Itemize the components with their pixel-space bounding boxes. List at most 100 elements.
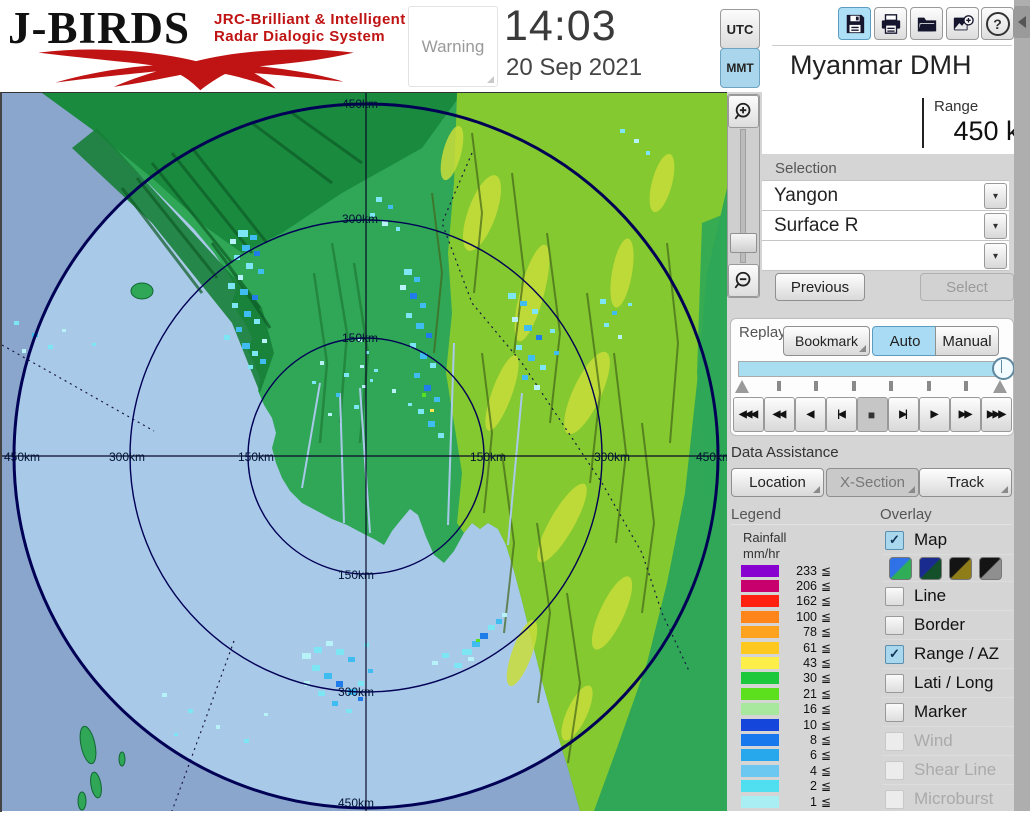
checkbox-border[interactable] [885,615,904,635]
checkbox-range-az[interactable]: ✓ [885,644,904,664]
legend-value: 162 [796,594,817,609]
clock-time: 14:03 [504,2,617,50]
legend-entry: 4 ≦ [739,763,874,778]
open-folder-button[interactable] [910,7,943,40]
replay-slider-track[interactable] [738,361,1006,377]
svg-text:450km: 450km [4,450,40,464]
location-button[interactable]: Location [731,468,824,497]
legend-color-swatch [741,657,779,670]
legend-subtitle-unit: mm/hr [743,546,780,561]
legend-value: 6 [810,748,817,763]
map-style-swatch-3[interactable] [949,556,972,580]
previous-button[interactable]: Previous [775,273,865,301]
chevron-down-icon[interactable]: ▾ [984,183,1007,209]
legend-entry: 1 ≦ [739,794,874,809]
auto-label: Auto [889,332,921,350]
replay-slider-handle[interactable] [992,357,1014,380]
station-title: Myanmar DMH [790,50,972,80]
legend-value: 100 [796,609,817,624]
chevron-down-icon[interactable]: ▾ [984,213,1007,239]
collapse-panel-button[interactable] [1014,6,1030,38]
select-label: Select [946,278,988,296]
overlay-label: Wind [914,731,953,750]
legend-value: 43 [803,656,817,671]
legend-color-swatch [741,749,779,762]
stop-button[interactable]: ■ [857,397,888,432]
zoom-slider-thumb[interactable] [730,233,757,253]
clock-date: 20 Sep 2021 [506,54,643,81]
svg-text:300km: 300km [342,212,378,226]
zoom-out-button[interactable] [728,264,759,297]
legend-value: 16 [803,702,817,717]
map-style-swatch-1[interactable] [889,556,912,580]
map-style-swatch-2[interactable] [919,556,942,580]
forward-fast-button[interactable]: ▶▶ [950,397,981,432]
save-icon [846,14,864,33]
rewind-full-button[interactable]: ◀◀◀ [733,397,764,432]
sidebar: Range 450 km Selection Yangon ▾ Surface R ▾… [727,92,1014,811]
legend-color-swatch [741,672,779,685]
replay-label: Replay [739,324,786,341]
bookmark-label: Bookmark [794,333,859,349]
checkbox-marker[interactable] [885,702,904,722]
resize-corner-icon [487,76,494,83]
legend-value: 206 [796,579,817,594]
auto-button[interactable]: Auto [872,326,938,356]
svg-text:300km: 300km [594,450,630,464]
help-button[interactable]: ? [981,7,1014,40]
step-forward-button[interactable]: ▶| [888,397,919,432]
radar-map[interactable]: 450km 300km 150km 150km 300km 450km 450km 300km… [0,92,732,812]
less-equal-icon: ≦ [821,625,832,640]
checkbox-lati-long[interactable] [885,673,904,693]
logo-subtitle-2: Radar Dialogic System [214,28,385,45]
forward-full-button[interactable]: ▶▶▶ [981,397,1012,432]
bookmark-button[interactable]: Bookmark [783,326,870,356]
slider-end-marker[interactable] [993,380,1007,393]
playback-controls: ◀◀◀ ◀◀ ◀ |◀ ■ ▶| ▶ ▶▶ ▶▶▶ [733,397,1012,432]
legend-color-swatch [741,626,779,639]
overlay-row-map: ✓ Map [882,526,1014,555]
overlay-list: ✓ Map Line Border ✓ Range / AZ Lati / Long Mark… [882,526,1014,811]
slider-start-marker[interactable] [735,380,749,393]
less-equal-icon: ≦ [821,732,832,747]
header: J-BIRDS JRC-Brilliant & Intelligent Rada… [0,0,1014,92]
save-button[interactable] [838,7,871,40]
overlay-row-lati-long: Lati / Long [882,669,1014,698]
overlay-row-marker: Marker [882,698,1014,727]
panel-gutter [1014,0,1030,811]
select-button[interactable]: Select [920,273,1014,301]
svg-text:150km: 150km [238,450,274,464]
less-equal-icon: ≦ [821,763,832,778]
legend-entry: 233 ≦ [739,563,874,578]
overlay-row-range-az: ✓ Range / AZ [882,640,1014,669]
legend-color-swatch [741,580,779,593]
chevron-down-icon[interactable]: ▾ [984,243,1007,269]
legend-value: 30 [803,671,817,686]
manual-button[interactable]: Manual [935,326,999,356]
add-image-button[interactable] [946,7,979,40]
map-style-swatch-4[interactable] [979,556,1002,580]
previous-label: Previous [790,278,850,296]
less-equal-icon: ≦ [821,779,832,794]
overlay-label: Border [914,615,966,634]
x-section-button[interactable]: X-Section [826,468,919,497]
print-button[interactable] [874,7,907,40]
selection-dropdown-2[interactable]: Surface R ▾ [762,211,1009,241]
play-button[interactable]: ▶ [919,397,950,432]
zoom-in-button[interactable] [728,95,759,128]
less-equal-icon: ≦ [821,563,832,578]
checkbox-line[interactable] [885,586,904,606]
image-plus-icon [953,14,974,30]
selection-dropdown-1[interactable]: Yangon ▾ [762,181,1009,211]
utc-button[interactable]: UTC [720,9,760,49]
checkbox-map[interactable]: ✓ [885,530,904,550]
track-button[interactable]: Track [919,468,1012,497]
step-back-button[interactable]: |◀ [826,397,857,432]
rewind-fast-button[interactable]: ◀◀ [764,397,795,432]
warning-button[interactable]: Warning [408,6,498,87]
play-reverse-button[interactable]: ◀ [795,397,826,432]
legend-value: 233 [796,563,817,578]
mmt-button[interactable]: MMT [720,48,760,88]
less-equal-icon: ≦ [821,686,832,701]
selection-dropdown-3[interactable]: ▾ [762,241,1009,271]
